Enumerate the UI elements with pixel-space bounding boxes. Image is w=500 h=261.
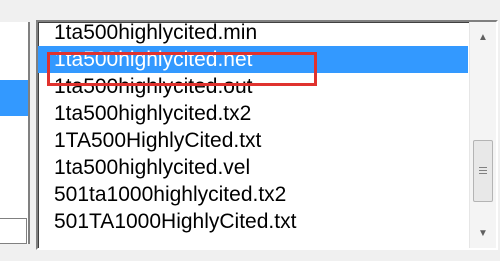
vertical-scrollbar[interactable]: ▲ ▼ <box>469 22 496 248</box>
left-selected-item[interactable] <box>0 80 28 116</box>
left-list-panel[interactable] <box>0 22 30 244</box>
list-item[interactable]: 1ta500highlycited.vel <box>38 154 468 181</box>
list-item[interactable]: 501TA1000HighlyCited.txt <box>38 208 468 235</box>
scroll-up-arrow-icon[interactable]: ▲ <box>472 26 494 48</box>
annotation-highlight-box <box>47 52 317 86</box>
list-item[interactable]: 1TA500HighlyCited.txt <box>38 127 468 154</box>
list-item[interactable]: 1ta500highlycited.tx2 <box>38 100 468 127</box>
left-bottom-control[interactable] <box>0 218 27 244</box>
list-item[interactable]: 501ta1000highlycited.tx2 <box>38 181 468 208</box>
list-item[interactable]: 1ta500highlycited.min <box>38 22 468 46</box>
scroll-down-arrow-icon[interactable]: ▼ <box>472 222 494 244</box>
thumb-grip-icon <box>479 166 487 176</box>
file-list: 1ta500highlycited.min 1ta500highlycited.… <box>38 22 468 248</box>
file-listbox[interactable]: 1ta500highlycited.min 1ta500highlycited.… <box>36 20 498 250</box>
scroll-thumb[interactable] <box>473 140 493 202</box>
